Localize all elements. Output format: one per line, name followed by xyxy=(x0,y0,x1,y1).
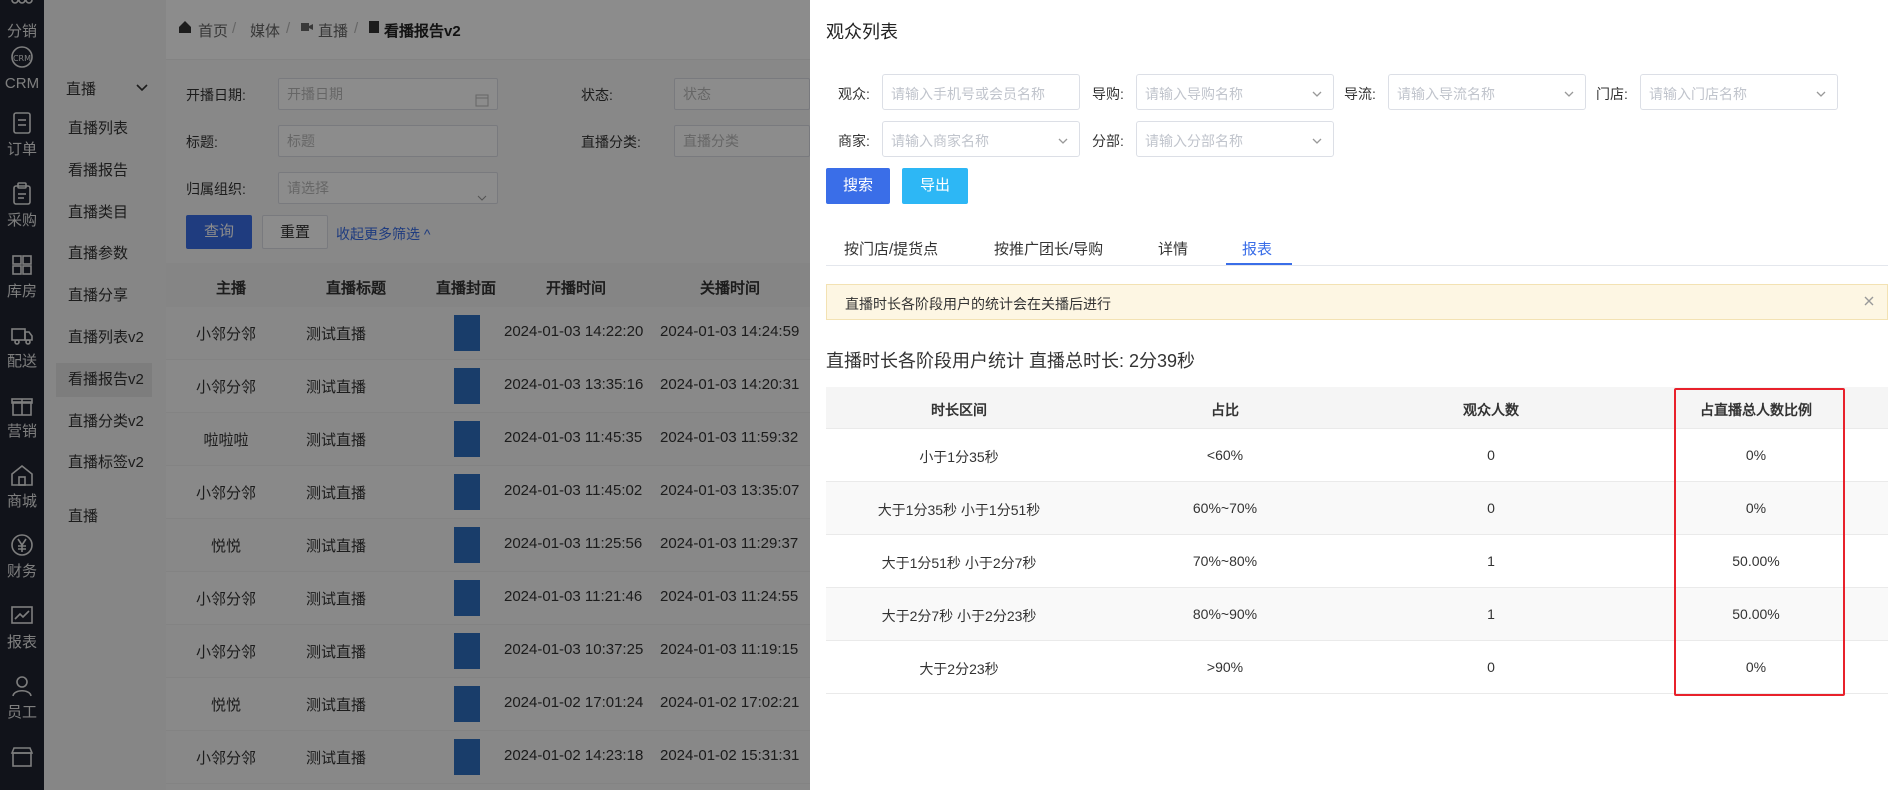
ratio-cell: >90% xyxy=(1206,659,1244,675)
close-icon[interactable] xyxy=(1861,293,1877,309)
store-select[interactable]: 请输入门店名称 xyxy=(1640,74,1838,110)
store-label: 门店: xyxy=(1596,86,1628,102)
guide-label: 导购: xyxy=(1092,86,1124,102)
viewer-count-cell: 0 xyxy=(1487,447,1495,463)
chevron-down-icon xyxy=(1311,87,1323,99)
drawer-title: 观众列表 xyxy=(826,22,898,42)
drawer-tabs: 按门店/提货点 按推广团长/导购 详情 报表 xyxy=(826,230,1888,266)
merchant-label: 商家: xyxy=(838,133,870,149)
chevron-down-icon xyxy=(1057,134,1069,146)
duration-range-cell: 大于2分23秒 xyxy=(919,661,999,677)
duration-range-cell: 大于1分35秒 小于1分51秒 xyxy=(877,502,1041,518)
ratio-cell: <60% xyxy=(1206,447,1244,463)
branch-label: 分部: xyxy=(1092,133,1124,149)
active-tab-indicator xyxy=(1226,263,1292,265)
col-header-ratio: 占比 xyxy=(1211,402,1239,418)
viewer-count-cell: 0 xyxy=(1487,500,1495,516)
flow-label: 导流: xyxy=(1344,86,1376,102)
highlight-annotation-box xyxy=(1674,388,1845,696)
flow-select[interactable]: 请输入导流名称 xyxy=(1388,74,1586,110)
tab-by-store[interactable]: 按门店/提货点 xyxy=(844,238,938,259)
search-button[interactable]: 搜索 xyxy=(826,168,890,204)
ratio-cell: 80%~90% xyxy=(1192,606,1258,622)
tab-report[interactable]: 报表 xyxy=(1242,238,1272,259)
col-header-duration: 时长区间 xyxy=(931,402,987,418)
viewer-count-cell: 1 xyxy=(1487,606,1495,622)
chevron-down-icon xyxy=(1563,87,1575,99)
merchant-select[interactable]: 请输入商家名称 xyxy=(882,121,1080,157)
col-header-viewer-count: 观众人数 xyxy=(1463,402,1519,418)
viewer-count-cell: 1 xyxy=(1487,553,1495,569)
guide-select[interactable]: 请输入导购名称 xyxy=(1136,74,1334,110)
viewer-count-cell: 0 xyxy=(1487,659,1495,675)
stat-title: 直播时长各阶段用户统计 直播总时长: 2分39秒 xyxy=(826,351,1196,371)
branch-select[interactable]: 请输入分部名称 xyxy=(1136,121,1334,157)
duration-range-cell: 大于1分51秒 小于2分7秒 xyxy=(881,555,1037,571)
modal-overlay[interactable] xyxy=(0,0,810,790)
ratio-cell: 70%~80% xyxy=(1192,553,1258,569)
viewer-input[interactable]: 请输入手机号或会员名称 xyxy=(882,74,1080,110)
viewer-label: 观众: xyxy=(838,86,870,102)
export-button[interactable]: 导出 xyxy=(902,168,968,204)
notice-banner: 直播时长各阶段用户的统计会在关播后进行 xyxy=(826,284,1888,320)
tab-detail[interactable]: 详情 xyxy=(1158,238,1188,259)
chevron-down-icon xyxy=(1311,134,1323,146)
duration-range-cell: 小于1分35秒 xyxy=(919,449,999,465)
tab-by-guide[interactable]: 按推广团长/导购 xyxy=(994,238,1103,259)
chevron-down-icon xyxy=(1815,87,1827,99)
duration-range-cell: 大于2分7秒 小于2分23秒 xyxy=(881,608,1037,624)
ratio-cell: 60%~70% xyxy=(1192,500,1258,516)
